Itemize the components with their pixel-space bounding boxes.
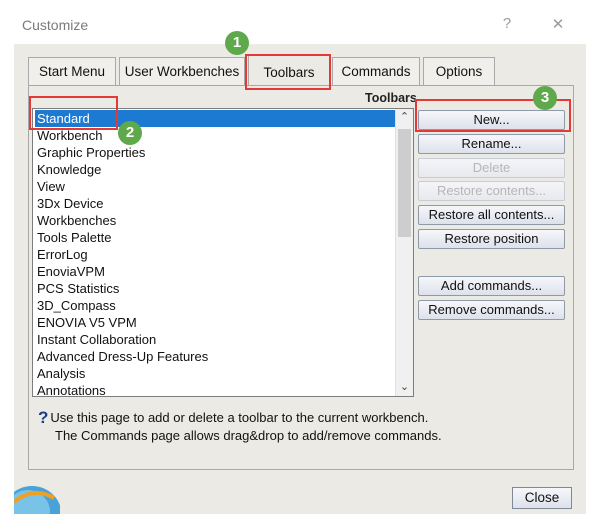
- list-item[interactable]: Tools Palette: [35, 229, 399, 246]
- title-bar: Customize ? ✕: [0, 0, 600, 44]
- help-text: ? Use this page to add or delete a toolba…: [38, 408, 558, 444]
- tab-user-workbenches[interactable]: User Workbenches: [119, 57, 245, 85]
- restore-position-button[interactable]: Restore position: [418, 229, 565, 249]
- toolbar-listbox[interactable]: Standard Workbench Graphic Properties Kn…: [32, 108, 414, 397]
- list-item[interactable]: ErrorLog: [35, 246, 399, 263]
- remove-commands-button[interactable]: Remove commands...: [418, 300, 565, 320]
- list-item[interactable]: Knowledge: [35, 161, 399, 178]
- tab-start-menu[interactable]: Start Menu: [28, 57, 116, 85]
- list-item[interactable]: View: [35, 178, 399, 195]
- tab-commands[interactable]: Commands: [332, 57, 420, 85]
- help-button[interactable]: ?: [497, 15, 517, 32]
- callout-badge-2: 2: [118, 121, 142, 145]
- list-item[interactable]: 3D_Compass: [35, 297, 399, 314]
- globe-logo-icon: [14, 480, 60, 514]
- list-item[interactable]: Advanced Dress-Up Features: [35, 348, 399, 365]
- help-line-2: The Commands page allows drag&drop to ad…: [55, 428, 442, 443]
- toolbars-list-label: Toolbars: [365, 91, 417, 105]
- scrollbar-thumb[interactable]: [398, 129, 411, 237]
- close-window-button[interactable]: ✕: [548, 15, 568, 33]
- list-item[interactable]: Annotations: [35, 382, 399, 396]
- tab-options[interactable]: Options: [423, 57, 495, 85]
- question-icon: ?: [38, 408, 49, 427]
- list-item[interactable]: EnoviaVPM: [35, 263, 399, 280]
- list-item[interactable]: PCS Statistics: [35, 280, 399, 297]
- list-scrollbar[interactable]: ⌃ ⌄: [395, 109, 413, 396]
- list-item[interactable]: 3Dx Device: [35, 195, 399, 212]
- chevron-down-icon[interactable]: ⌄: [396, 379, 413, 396]
- chevron-up-icon[interactable]: ⌃: [396, 109, 413, 126]
- list-item[interactable]: Analysis: [35, 365, 399, 382]
- close-button[interactable]: Close: [512, 487, 572, 509]
- callout-badge-1: 1: [225, 31, 249, 55]
- list-item-standard[interactable]: Standard: [35, 110, 399, 127]
- add-commands-button[interactable]: Add commands...: [418, 276, 565, 296]
- window-title: Customize: [22, 17, 89, 33]
- list-item[interactable]: Workbench: [35, 127, 399, 144]
- callout-badge-3: 3: [533, 86, 557, 110]
- restore-all-contents-button[interactable]: Restore all contents...: [418, 205, 565, 225]
- list-item[interactable]: ENOVIA V5 VPM: [35, 314, 399, 331]
- list-item[interactable]: Instant Collaboration: [35, 331, 399, 348]
- help-line-1: Use this page to add or delete a toolbar…: [50, 410, 429, 425]
- rename-button[interactable]: Rename...: [418, 134, 565, 154]
- list-item[interactable]: Graphic Properties: [35, 144, 399, 161]
- delete-button[interactable]: Delete: [418, 158, 565, 178]
- restore-contents-button[interactable]: Restore contents...: [418, 181, 565, 201]
- new-toolbar-button[interactable]: New...: [418, 110, 565, 130]
- list-item[interactable]: Workbenches: [35, 212, 399, 229]
- tab-toolbars[interactable]: Toolbars: [248, 55, 330, 87]
